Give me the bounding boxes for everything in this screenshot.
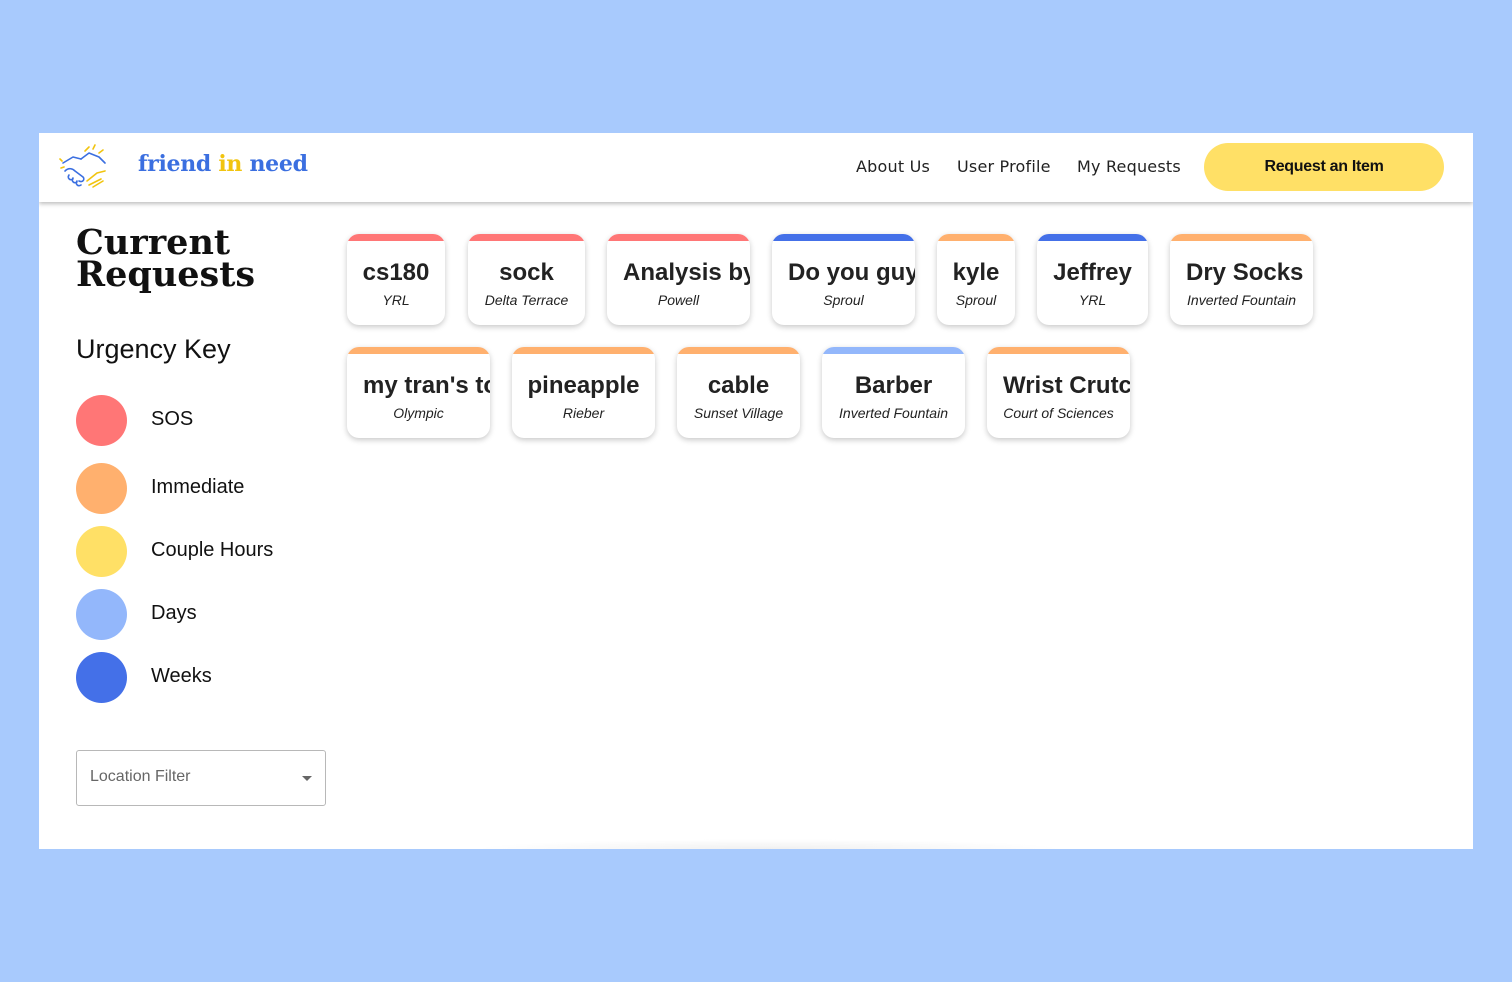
- request-card[interactable]: cs180 YRL: [347, 234, 445, 325]
- request-item-button[interactable]: Request an Item: [1204, 143, 1444, 191]
- brand-part-need: need: [249, 151, 308, 177]
- request-card[interactable]: Barber Inverted Fountain: [822, 347, 965, 438]
- request-location: Sunset Village: [693, 405, 784, 421]
- location-filter-placeholder: Location Filter: [90, 768, 191, 785]
- location-filter-select[interactable]: Location Filter: [76, 750, 326, 806]
- app-window: friend in need About Us User Profile My …: [39, 133, 1473, 849]
- request-title: Wrist Crutc: [1003, 372, 1130, 399]
- urgency-bar: [677, 347, 800, 354]
- handshake-logo-icon[interactable]: [59, 143, 109, 189]
- nav-user-profile[interactable]: User Profile: [957, 157, 1051, 176]
- request-card[interactable]: Jeffrey YRL: [1037, 234, 1148, 325]
- urgency-label: Couple Hours: [151, 539, 274, 561]
- urgency-dot-icon: [76, 589, 127, 640]
- urgency-bar: [987, 347, 1130, 354]
- urgency-bar: [1037, 234, 1148, 241]
- request-card[interactable]: Analysis by Powell: [607, 234, 750, 325]
- request-title: cs180: [362, 259, 430, 286]
- urgency-key-couple-hours: Couple Hours: [76, 526, 336, 577]
- request-card[interactable]: pineapple Rieber: [512, 347, 655, 438]
- urgency-key-days: Days: [76, 589, 336, 640]
- request-location: YRL: [382, 292, 410, 308]
- urgency-key-immediate: Immediate: [76, 463, 336, 514]
- urgency-dot-icon: [76, 526, 127, 577]
- request-card[interactable]: Dry Socks Inverted Fountain: [1170, 234, 1313, 325]
- request-title: Dry Socks: [1186, 259, 1304, 286]
- brand-part-in: in: [218, 151, 243, 177]
- urgency-bar: [607, 234, 750, 241]
- request-card[interactable]: Wrist Crutc Court of Sciences: [987, 347, 1130, 438]
- brand-name[interactable]: friend in need: [138, 151, 308, 177]
- request-location: Inverted Fountain: [1187, 292, 1296, 308]
- urgency-label: Days: [151, 602, 197, 624]
- urgency-bar: [822, 347, 965, 354]
- request-title: my tran's to: [363, 372, 490, 399]
- urgency-bar: [347, 347, 490, 354]
- request-location: Sproul: [955, 292, 997, 308]
- urgency-bar: [1170, 234, 1313, 241]
- request-card[interactable]: my tran's to Olympic: [347, 347, 490, 438]
- urgency-label: Weeks: [151, 665, 212, 687]
- urgency-dot-icon: [76, 395, 127, 446]
- request-location: YRL: [1078, 292, 1107, 308]
- urgency-bar: [772, 234, 915, 241]
- urgency-key-title: Urgency Key: [76, 334, 231, 364]
- urgency-bar: [347, 234, 445, 241]
- nav-my-requests[interactable]: My Requests: [1077, 157, 1181, 176]
- request-card[interactable]: sock Delta Terrace: [468, 234, 585, 325]
- urgency-key-sos: SOS: [76, 395, 336, 446]
- chevron-down-icon: [302, 776, 312, 781]
- navbar: friend in need About Us User Profile My …: [39, 133, 1473, 202]
- urgency-key-weeks: Weeks: [76, 652, 336, 703]
- request-title: cable: [707, 372, 770, 399]
- request-title: Jeffrey: [1053, 259, 1132, 286]
- request-location: Olympic: [393, 405, 444, 421]
- nav-about-us[interactable]: About Us: [856, 157, 930, 176]
- urgency-bar: [512, 347, 655, 354]
- request-title: kyle: [952, 259, 1000, 286]
- request-title: sock: [499, 259, 554, 286]
- request-location: Inverted Fountain: [839, 405, 948, 421]
- urgency-dot-icon: [76, 463, 127, 514]
- request-card[interactable]: kyle Sproul: [937, 234, 1015, 325]
- page-title: Current Requests: [76, 222, 256, 295]
- urgency-bar: [468, 234, 585, 241]
- request-location: Delta Terrace: [484, 292, 569, 308]
- request-location: Court of Sciences: [1003, 405, 1114, 421]
- request-card[interactable]: cable Sunset Village: [677, 347, 800, 438]
- brand-part-friend: friend: [138, 151, 211, 177]
- request-title: pineapple: [527, 372, 640, 399]
- urgency-bar: [937, 234, 1015, 241]
- urgency-dot-icon: [76, 652, 127, 703]
- request-card[interactable]: Do you guy Sproul: [772, 234, 915, 325]
- urgency-label: SOS: [151, 408, 194, 430]
- request-title: Analysis by: [623, 259, 750, 286]
- request-location: Rieber: [562, 405, 605, 421]
- footer-shadow: [469, 839, 1069, 849]
- request-location: Powell: [657, 292, 700, 308]
- request-title: Do you guy: [788, 259, 915, 286]
- request-title: Barber: [854, 372, 933, 399]
- urgency-label: Immediate: [151, 476, 245, 498]
- request-location: Sproul: [823, 292, 864, 308]
